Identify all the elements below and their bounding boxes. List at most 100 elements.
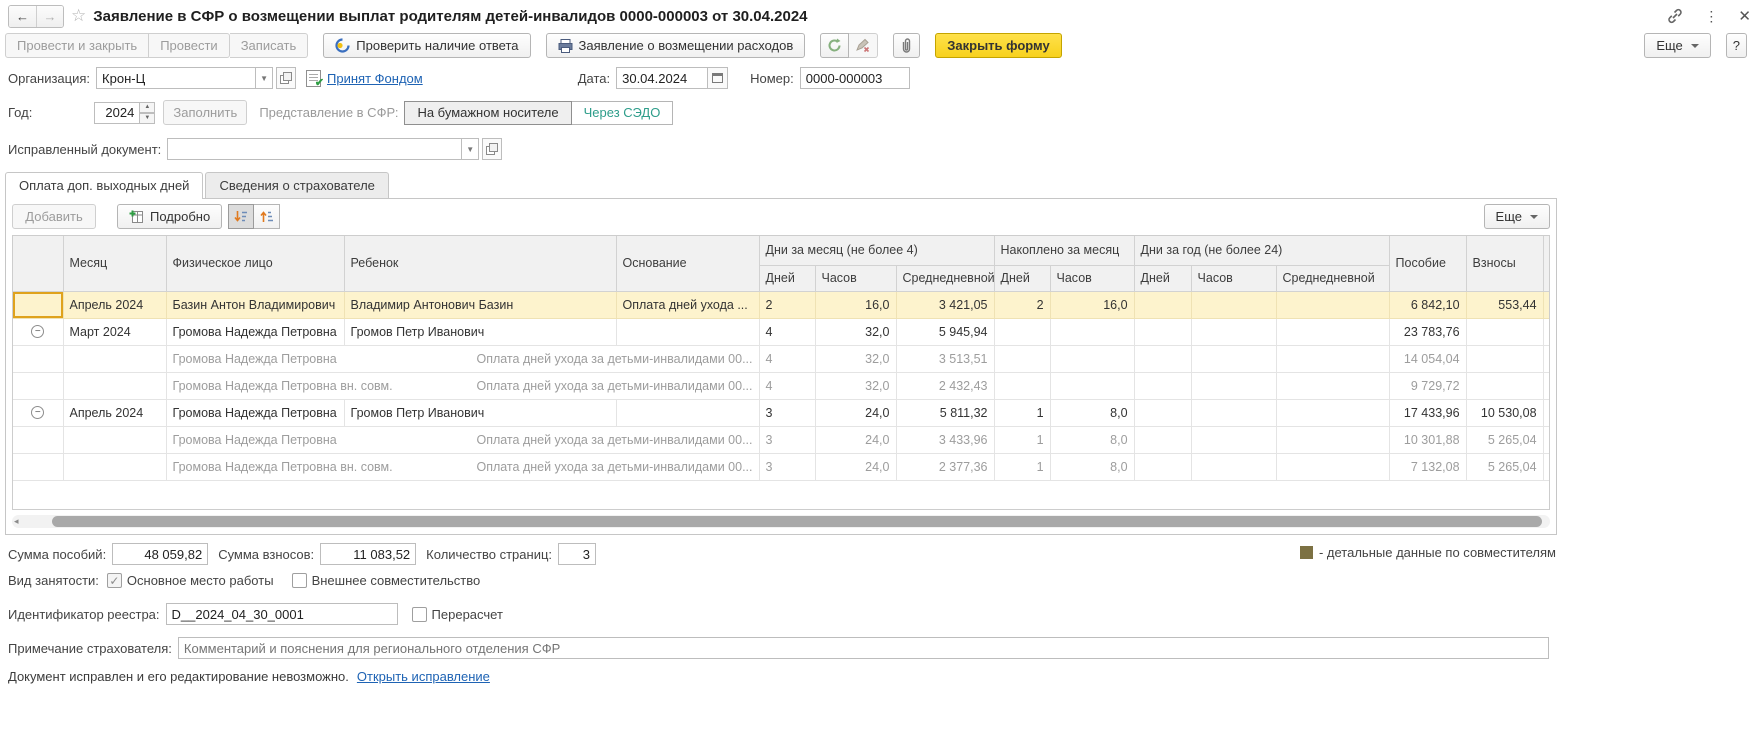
cell-person-basis-merged[interactable]: Громова Надежда Петровна вн. совм.Оплата…	[166, 372, 759, 399]
cell-days_m[interactable]: 4	[759, 318, 815, 345]
details-toggle-button[interactable]: Подробно	[117, 204, 222, 229]
refresh-button[interactable]	[820, 33, 849, 58]
cell-contrib[interactable]: 553,44	[1466, 291, 1543, 318]
column-header[interactable]: Дней	[759, 265, 815, 291]
representation-sedo-option[interactable]: Через СЭДО	[572, 101, 674, 125]
cell-days_y[interactable]	[1134, 318, 1191, 345]
cell-avg_y[interactable]	[1276, 399, 1389, 426]
cell-days_m[interactable]: 4	[759, 345, 815, 372]
cell-days_acc[interactable]	[994, 345, 1050, 372]
cell-benefit[interactable]: 7 132,08	[1389, 453, 1466, 480]
cell-benefit[interactable]: 17 433,96	[1389, 399, 1466, 426]
cell-benefit[interactable]: 6 842,10	[1389, 291, 1466, 318]
spin-down-icon[interactable]: ▼	[140, 113, 155, 124]
row-selector-cell[interactable]	[13, 291, 63, 318]
table-row[interactable]: −Март 2024Громова Надежда ПетровнаГромов…	[13, 318, 1550, 345]
column-header[interactable]: Взносы	[1466, 236, 1543, 291]
cell-benefit[interactable]: 23 783,76	[1389, 318, 1466, 345]
corrected-document-input[interactable]	[167, 138, 462, 160]
row-selector-cell[interactable]: −	[13, 399, 63, 426]
cell-avg_m[interactable]: 2 377,36	[896, 453, 994, 480]
spin-up-icon[interactable]: ▲	[140, 102, 155, 113]
table-row[interactable]: Громова Надежда Петровна вн. совм.Оплата…	[13, 372, 1550, 399]
table-row[interactable]: Громова Надежда ПетровнаОплата дней уход…	[13, 345, 1550, 372]
close-window-icon[interactable]: ✕	[1738, 7, 1751, 25]
benefit-sum-input[interactable]	[112, 543, 208, 565]
cell-child[interactable]: Владимир Антонович Базин	[344, 291, 616, 318]
column-header[interactable]	[1543, 236, 1550, 291]
cell-filler[interactable]	[1543, 453, 1550, 480]
main-employment-checkbox[interactable]: ✓	[107, 573, 122, 588]
more-menu-icon[interactable]: ⋮	[1704, 11, 1718, 21]
cell-hours_y[interactable]	[1191, 372, 1276, 399]
cell-days_y[interactable]	[1134, 345, 1191, 372]
cell-avg_y[interactable]	[1276, 291, 1389, 318]
cell-person[interactable]: Базин Антон Владимирович	[166, 291, 344, 318]
cell-hours_acc[interactable]: 8,0	[1050, 399, 1134, 426]
table-row[interactable]: Апрель 2024Базин Антон ВладимировичВлади…	[13, 291, 1550, 318]
toolbar-more-button[interactable]: Еще	[1644, 33, 1710, 58]
cell-days_m[interactable]: 4	[759, 372, 815, 399]
row-selector-cell[interactable]	[13, 426, 63, 453]
cell-days_y[interactable]	[1134, 291, 1191, 318]
cell-hours_m[interactable]: 24,0	[815, 426, 896, 453]
cell-avg_y[interactable]	[1276, 372, 1389, 399]
cell-month[interactable]: Апрель 2024	[63, 399, 166, 426]
save-button[interactable]: Записать	[230, 33, 309, 58]
sort-descending-button[interactable]	[228, 204, 254, 229]
insurer-note-input[interactable]	[178, 637, 1549, 659]
cell-person[interactable]: Громова Надежда Петровна	[166, 318, 344, 345]
cell-person[interactable]: Громова Надежда Петровна	[166, 399, 344, 426]
column-header[interactable]: Дни за месяц (не более 4)	[759, 236, 994, 265]
recalc-checkbox[interactable]	[412, 607, 427, 622]
cell-days_y[interactable]	[1134, 426, 1191, 453]
date-input[interactable]	[616, 67, 708, 89]
cell-avg_y[interactable]	[1276, 345, 1389, 372]
cell-hours_m[interactable]: 32,0	[815, 372, 896, 399]
cell-month[interactable]	[63, 372, 166, 399]
open-correction-link[interactable]: Открыть исправление	[357, 669, 490, 684]
row-selector-cell[interactable]	[13, 345, 63, 372]
post-and-close-button[interactable]: Провести и закрыть	[5, 33, 149, 58]
cell-month[interactable]: Март 2024	[63, 318, 166, 345]
cell-avg_y[interactable]	[1276, 453, 1389, 480]
cell-hours_y[interactable]	[1191, 345, 1276, 372]
cell-person-basis-merged[interactable]: Громова Надежда ПетровнаОплата дней уход…	[166, 345, 759, 372]
organization-dropdown-icon[interactable]: ▼	[256, 67, 273, 89]
table-row[interactable]: Громова Надежда ПетровнаОплата дней уход…	[13, 426, 1550, 453]
cell-avg_m[interactable]: 2 432,43	[896, 372, 994, 399]
cell-basis[interactable]	[616, 399, 759, 426]
cell-person-basis-merged[interactable]: Громова Надежда Петровна вн. совм.Оплата…	[166, 453, 759, 480]
favorite-star-icon[interactable]: ☆	[71, 6, 86, 26]
cancel-sign-button[interactable]	[849, 33, 878, 58]
column-header[interactable]: Часов	[1191, 265, 1276, 291]
cell-contrib[interactable]: 5 265,04	[1466, 426, 1543, 453]
cell-hours_acc[interactable]: 8,0	[1050, 426, 1134, 453]
cell-hours_m[interactable]: 16,0	[815, 291, 896, 318]
column-header[interactable]: Ребенок	[344, 236, 616, 291]
year-spinner[interactable]: ▲ ▼	[140, 102, 155, 124]
collapse-group-icon[interactable]: −	[31, 406, 44, 419]
cell-benefit[interactable]: 9 729,72	[1389, 372, 1466, 399]
check-reply-button[interactable]: Проверить наличие ответа	[323, 33, 530, 58]
cell-benefit[interactable]: 10 301,88	[1389, 426, 1466, 453]
scroll-left-icon[interactable]: ◂	[14, 515, 19, 528]
cell-basis[interactable]: Оплата дней ухода ...	[616, 291, 759, 318]
cell-contrib[interactable]: 10 530,08	[1466, 399, 1543, 426]
cell-avg_m[interactable]: 5 945,94	[896, 318, 994, 345]
cell-days_acc[interactable]: 2	[994, 291, 1050, 318]
pages-count-input[interactable]	[558, 543, 596, 565]
number-input[interactable]	[800, 67, 910, 89]
cell-child[interactable]: Громов Петр Иванович	[344, 318, 616, 345]
external-employment-checkbox[interactable]	[292, 573, 307, 588]
fill-button[interactable]: Заполнить	[163, 100, 247, 125]
representation-paper-option[interactable]: На бумажном носителе	[404, 101, 571, 125]
fund-status-link[interactable]: Принят Фондом	[327, 71, 423, 86]
cell-hours_acc[interactable]: 8,0	[1050, 453, 1134, 480]
registry-id-input[interactable]	[166, 603, 398, 625]
cell-days_y[interactable]	[1134, 399, 1191, 426]
column-header[interactable]: Месяц	[63, 236, 166, 291]
column-header[interactable]: Накоплено за месяц	[994, 236, 1134, 265]
cell-avg_m[interactable]: 3 513,51	[896, 345, 994, 372]
cell-month[interactable]: Апрель 2024	[63, 291, 166, 318]
